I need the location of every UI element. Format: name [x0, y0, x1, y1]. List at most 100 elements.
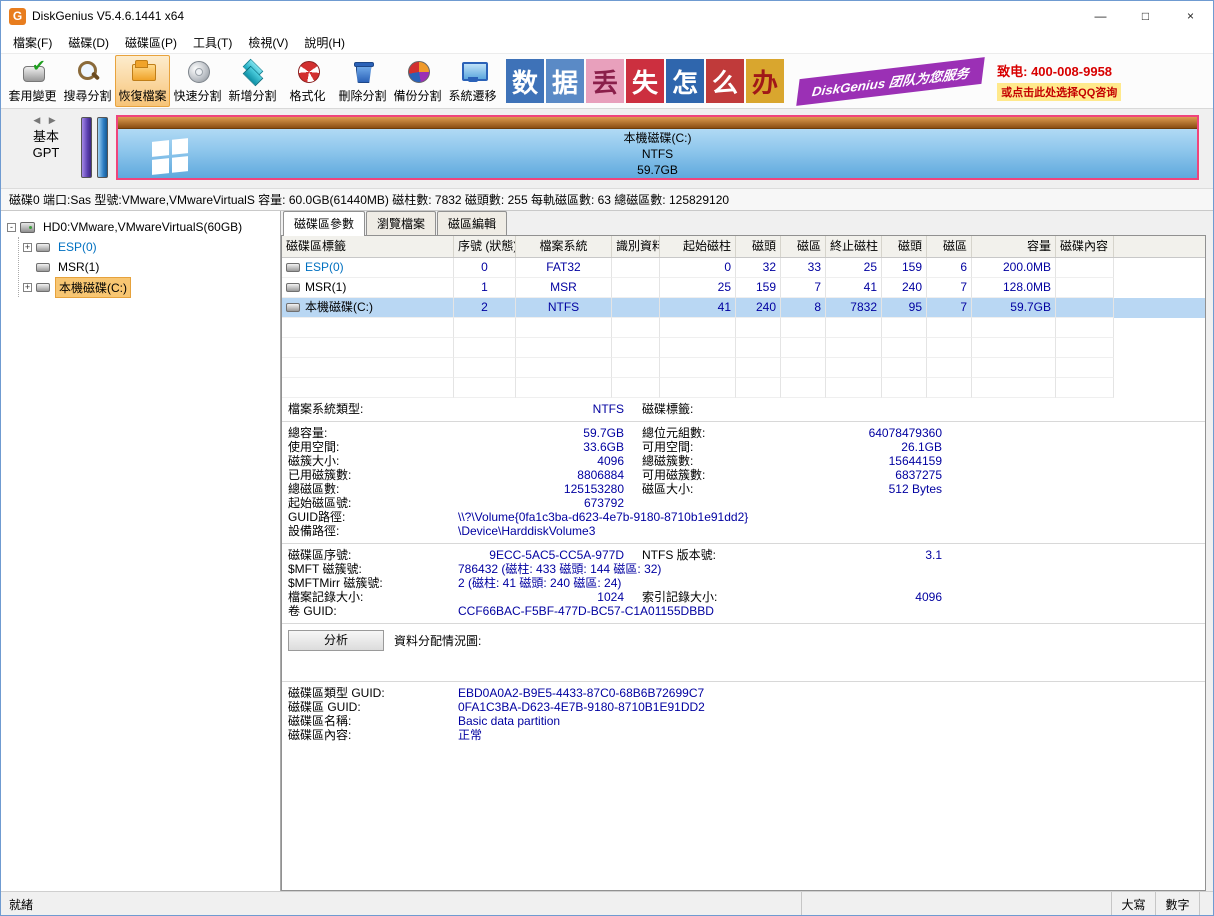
status-num-indicator: 數字 — [1155, 892, 1199, 915]
table-empty-row — [282, 378, 1205, 398]
promo-contact: 致电: 400-008-9958 或点击此处选择QQ咨询 — [997, 61, 1121, 101]
value-partition-content: 正常 — [458, 728, 482, 742]
tree-item-msr-label: MSR(1) — [55, 259, 102, 275]
partition-details: 檔案系統類型: NTFS 磁碟標籤: 總容量:59.7GB總位元組數:64078… — [282, 398, 1205, 890]
col-start-head[interactable]: 磁頭 — [736, 236, 781, 257]
toolbar-delete-partition-button[interactable]: 刪除分割 — [335, 55, 390, 107]
tree-item-esp-label: ESP(0) — [55, 239, 100, 255]
tree-item-local-disk-c[interactable]: + 本機磁碟(C:) — [21, 277, 280, 297]
promo-tile: 据 — [546, 59, 584, 103]
col-end-head[interactable]: 磁頭 — [882, 236, 927, 257]
tree-item-esp[interactable]: + ESP(0) — [21, 237, 280, 257]
value-partition-guid: 0FA1C3BA-D623-4E7B-9180-8710B1E91DD2 — [458, 700, 705, 714]
tab-partition-parameters[interactable]: 磁碟區參數 — [283, 211, 365, 236]
status-spacer — [801, 892, 1111, 915]
promo-ribbon: DiskGenius 团队为您服务 — [796, 57, 985, 106]
promo-tile: 办 — [746, 59, 784, 103]
backup-partition-icon — [405, 58, 431, 84]
table-row-local-disk-c[interactable]: 本機磁碟(C:) 2 NTFS 41 240 8 7832 95 7 59.7G… — [282, 298, 1205, 318]
promo-banner[interactable]: 数 据 丢 失 怎 么 办 DiskGenius 团队为您服务 致电: 400-… — [506, 55, 1121, 107]
table-empty-row — [282, 338, 1205, 358]
col-capacity[interactable]: 容量 — [972, 236, 1056, 257]
col-identify[interactable]: 識別資料 — [612, 236, 660, 257]
maximize-button[interactable]: □ — [1123, 1, 1168, 31]
partition-map-size: 59.7GB — [118, 162, 1197, 178]
toolbar-system-migration-button[interactable]: 系統遷移 — [445, 55, 500, 107]
partition-map-text: 本機磁碟(C:) NTFS 59.7GB — [118, 130, 1197, 178]
menu-disk[interactable]: 磁碟(D) — [60, 32, 117, 53]
analyze-button[interactable]: 分析 — [288, 630, 384, 651]
menu-tools[interactable]: 工具(T) — [185, 32, 240, 53]
expand-icon[interactable]: + — [23, 283, 32, 292]
disk-type-label: 基本 GPT — [33, 129, 60, 161]
menu-partition[interactable]: 磁碟區(P) — [117, 32, 185, 53]
next-disk-icon[interactable]: ▶ — [49, 115, 59, 125]
partition-parameters-panel: 磁碟區標籤 序號 (狀態) 檔案系統 識別資料 起始磁柱 磁頭 磁區 終止磁柱 … — [281, 235, 1206, 891]
toolbar-apply-changes-button[interactable]: 套用變更 — [5, 55, 60, 107]
minimize-button[interactable]: — — [1078, 1, 1123, 31]
table-row-esp[interactable]: ESP(0) 0 FAT32 0 32 33 25 159 6 200.0MB — [282, 258, 1205, 278]
system-migration-icon — [460, 58, 486, 84]
toolbar-format-button[interactable]: 格式化 — [280, 55, 335, 107]
promo-qq-link[interactable]: 或点击此处选择QQ咨询 — [997, 83, 1121, 101]
format-icon — [295, 58, 321, 84]
table-empty-row — [282, 318, 1205, 338]
toolbar-backup-partition-button[interactable]: 備份分割 — [390, 55, 445, 107]
col-disk-content[interactable]: 磁碟內容 — [1056, 236, 1114, 257]
partition-icon — [286, 263, 300, 272]
prev-disk-icon[interactable]: ◀ — [33, 115, 43, 125]
capacity-bar-purple — [81, 117, 92, 178]
toolbar-quick-partition-button[interactable]: 快速分割 — [170, 55, 225, 107]
disk-graphic-panel: ◀ ▶ 基本 GPT 本機磁碟(C:) NTFS 59.7GB — [1, 109, 1213, 189]
tab-strip: 磁碟區參數 瀏覽檔案 磁區編輯 — [281, 211, 1206, 235]
section-gpt: 磁碟區類型 GUID:EBD0A0A2-B9E5-4433-87C0-68B6B… — [282, 681, 1205, 747]
table-empty-row — [282, 358, 1205, 378]
tree-children: + ESP(0) MSR(1) + 本機磁碟(C:) — [18, 237, 280, 297]
harddisk-icon — [20, 222, 35, 233]
tree-item-msr[interactable]: MSR(1) — [21, 257, 280, 277]
toolbar-recover-files-label: 恢復檔案 — [118, 87, 166, 104]
statusbar: 就緒 大寫 數字 — [1, 891, 1213, 915]
table-row-msr[interactable]: MSR(1) 1 MSR 25 159 7 41 240 7 128.0MB — [282, 278, 1205, 298]
promo-phone: 致电: 400-008-9958 — [997, 61, 1112, 80]
tab-browse-files[interactable]: 瀏覽檔案 — [366, 211, 436, 235]
partition-map-header-strip — [118, 117, 1197, 129]
col-seq-status[interactable]: 序號 (狀態) — [454, 236, 516, 257]
col-end-sector[interactable]: 磁區 — [927, 236, 972, 257]
search-partition-icon — [75, 58, 101, 84]
new-partition-icon — [240, 58, 266, 84]
resize-grip[interactable] — [1199, 892, 1213, 915]
promo-tile: 么 — [706, 59, 744, 103]
menu-view[interactable]: 檢視(V) — [240, 32, 296, 53]
partition-map-name: 本機磁碟(C:) — [118, 130, 1197, 146]
app-window: G DiskGenius V5.4.6.1441 x64 — □ × 檔案(F)… — [0, 0, 1214, 916]
col-start-cylinder[interactable]: 起始磁柱 — [660, 236, 736, 257]
toolbar-recover-files-button[interactable]: 恢復檔案 — [115, 55, 170, 107]
partition-map-c[interactable]: 本機磁碟(C:) NTFS 59.7GB — [116, 115, 1199, 180]
status-caps-indicator: 大寫 — [1111, 892, 1155, 915]
menu-file[interactable]: 檔案(F) — [5, 32, 60, 53]
table-header-row: 磁碟區標籤 序號 (狀態) 檔案系統 識別資料 起始磁柱 磁頭 磁區 終止磁柱 … — [282, 236, 1205, 258]
toolbar-search-partition-button[interactable]: 搜尋分割 — [60, 55, 115, 107]
expander-spacer — [23, 263, 32, 272]
label-fs-type: 檔案系統類型: — [288, 402, 458, 416]
toolbar-format-label: 格式化 — [289, 87, 325, 104]
quick-partition-icon — [185, 58, 211, 84]
collapse-icon[interactable]: - — [7, 223, 16, 232]
partition-map-fs: NTFS — [118, 146, 1197, 162]
partition-icon — [36, 283, 50, 292]
menu-help[interactable]: 說明(H) — [296, 32, 353, 53]
close-button[interactable]: × — [1168, 1, 1213, 31]
window-title: DiskGenius V5.4.6.1441 x64 — [32, 9, 1078, 23]
col-end-cylinder[interactable]: 終止磁柱 — [826, 236, 882, 257]
col-start-sector[interactable]: 磁區 — [781, 236, 826, 257]
value-guid-path: \\?\Volume{0fa1c3ba-d623-4e7b-9180-8710b… — [458, 510, 748, 524]
toolbar-system-migration-label: 系統遷移 — [448, 87, 496, 104]
tree-root-disk[interactable]: - HD0:VMware,VMwareVirtualS(60GB) — [5, 217, 280, 237]
tab-sector-edit[interactable]: 磁區編輯 — [437, 211, 507, 235]
main-area: - HD0:VMware,VMwareVirtualS(60GB) + ESP(… — [1, 211, 1213, 891]
col-filesystem[interactable]: 檔案系統 — [516, 236, 612, 257]
expand-icon[interactable]: + — [23, 243, 32, 252]
col-volume-label[interactable]: 磁碟區標籤 — [282, 236, 454, 257]
toolbar-new-partition-button[interactable]: 新增分割 — [225, 55, 280, 107]
